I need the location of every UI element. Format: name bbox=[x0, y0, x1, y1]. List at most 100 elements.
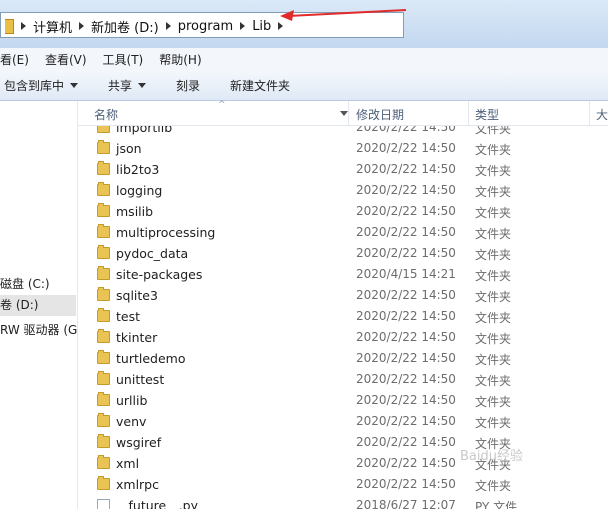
navigation-pane: 磁盘 (C:) 卷 (D:) RW 驱动器 (G bbox=[0, 101, 78, 509]
file-name: unittest bbox=[116, 372, 165, 387]
file-name: sqlite3 bbox=[116, 288, 158, 303]
file-type: 文件夹 bbox=[475, 416, 512, 430]
file-type: 文件夹 bbox=[475, 185, 512, 199]
folder-icon bbox=[97, 140, 110, 154]
menu-bar: 看(E) 查看(V) 工具(T) 帮助(H) bbox=[0, 48, 608, 71]
watermark: Baidu经验 bbox=[460, 449, 523, 464]
file-type: 文件夹 bbox=[475, 227, 512, 241]
file-date: 2020/2/22 14:50 bbox=[356, 330, 456, 344]
table-row[interactable]: site-packages 2020/4/15 14:21 文件夹 bbox=[78, 264, 608, 285]
table-row[interactable]: unittest 2020/2/22 14:50 文件夹 bbox=[78, 369, 608, 390]
table-row[interactable]: lib2to3 2020/2/22 14:50 文件夹 bbox=[78, 159, 608, 180]
column-date[interactable]: 修改日期 bbox=[356, 106, 404, 123]
new-folder-label: 新建文件夹 bbox=[230, 78, 291, 93]
column-name[interactable]: 名称 bbox=[94, 106, 118, 123]
file-name: site-packages bbox=[116, 267, 203, 282]
column-filter-chevron-icon[interactable] bbox=[340, 111, 348, 116]
burn-button[interactable]: 刻录 bbox=[176, 77, 200, 94]
folder-icon bbox=[97, 455, 110, 469]
file-name: urllib bbox=[116, 393, 148, 408]
column-divider[interactable] bbox=[468, 101, 469, 125]
table-row[interactable]: pydoc_data 2020/2/22 14:50 文件夹 bbox=[78, 243, 608, 264]
red-annotation-arrow-icon bbox=[280, 9, 407, 21]
menu-help[interactable]: 帮助(H) bbox=[159, 51, 201, 68]
file-date: 2020/2/22 14:50 bbox=[356, 225, 456, 239]
table-row[interactable]: multiprocessing 2020/2/22 14:50 文件夹 bbox=[78, 222, 608, 243]
folder-icon bbox=[97, 182, 110, 196]
chevron-right-icon[interactable] bbox=[21, 22, 26, 30]
chevron-right-icon[interactable] bbox=[240, 22, 246, 30]
file-type: 文件夹 bbox=[475, 290, 512, 304]
folder-icon bbox=[97, 308, 110, 322]
nav-item-drive-c[interactable]: 磁盘 (C:) bbox=[0, 275, 50, 292]
table-row[interactable]: urllib 2020/2/22 14:50 文件夹 bbox=[78, 390, 608, 411]
breadcrumb-computer[interactable]: 计算机 bbox=[33, 17, 72, 36]
column-size[interactable]: 大 bbox=[596, 106, 608, 123]
folder-icon bbox=[97, 434, 110, 448]
table-row[interactable]: logging 2020/2/22 14:50 文件夹 bbox=[78, 180, 608, 201]
file-icon bbox=[97, 499, 110, 509]
folder-icon bbox=[97, 329, 110, 343]
nav-item-drive-g[interactable]: RW 驱动器 (G bbox=[0, 321, 77, 338]
share-label: 共享 bbox=[108, 78, 133, 93]
file-name: logging bbox=[116, 183, 163, 198]
table-row[interactable]: wsgiref 2020/2/22 14:50 文件夹 bbox=[78, 432, 608, 453]
menu-view[interactable]: 查看(V) bbox=[45, 51, 87, 68]
file-date: 2020/2/22 14:50 bbox=[356, 435, 456, 449]
table-row[interactable]: xmlrpc 2020/2/22 14:50 文件夹 bbox=[78, 474, 608, 495]
file-name: pydoc_data bbox=[116, 246, 189, 261]
file-type: 文件夹 bbox=[475, 164, 512, 178]
table-row[interactable]: __future__.py 2018/6/27 12:07 PY 文件 bbox=[78, 495, 608, 509]
command-bar: 包含到库中 共享 刻录 新建文件夹 bbox=[0, 70, 608, 101]
table-row[interactable]: tkinter 2020/2/22 14:50 文件夹 bbox=[78, 327, 608, 348]
include-in-library-label: 包含到库中 bbox=[4, 78, 65, 93]
table-row[interactable]: json 2020/2/22 14:50 文件夹 bbox=[78, 138, 608, 159]
chevron-right-icon[interactable] bbox=[79, 22, 85, 30]
file-name: turtledemo bbox=[116, 351, 186, 366]
file-name: __future__.py bbox=[116, 498, 199, 509]
breadcrumb-lib[interactable]: Lib bbox=[252, 19, 271, 34]
file-name: msilib bbox=[116, 204, 154, 219]
menu-tools[interactable]: 工具(T) bbox=[103, 51, 144, 68]
file-type: PY 文件 bbox=[475, 500, 518, 509]
file-name: tkinter bbox=[116, 330, 158, 345]
new-folder-button[interactable]: 新建文件夹 bbox=[230, 77, 290, 94]
file-name: test bbox=[116, 309, 141, 324]
table-row[interactable]: xml 2020/2/22 14:50 文件夹 bbox=[78, 453, 608, 474]
chevron-right-icon[interactable] bbox=[165, 22, 171, 30]
table-row[interactable]: venv 2020/2/22 14:50 文件夹 bbox=[78, 411, 608, 432]
folder-icon bbox=[97, 413, 110, 427]
table-row[interactable]: msilib 2020/2/22 14:50 文件夹 bbox=[78, 201, 608, 222]
file-name: venv bbox=[116, 414, 147, 429]
file-name: xmlrpc bbox=[116, 477, 159, 492]
column-type[interactable]: 类型 bbox=[475, 106, 499, 123]
file-date: 2020/2/22 14:50 bbox=[356, 414, 456, 428]
nav-item-drive-d[interactable]: 卷 (D:) bbox=[0, 295, 76, 316]
column-divider[interactable] bbox=[589, 101, 590, 125]
breadcrumb-program[interactable]: program bbox=[178, 19, 234, 34]
file-date: 2020/2/22 14:50 bbox=[356, 246, 456, 260]
folder-icon bbox=[97, 224, 110, 238]
sort-ascending-icon: ^ bbox=[218, 100, 226, 110]
nav-item-drive-d-label: 卷 (D:) bbox=[0, 298, 39, 312]
breadcrumb-drive-d[interactable]: 新加卷 (D:) bbox=[91, 17, 159, 36]
address-bar-area: 计算机 新加卷 (D:) program Lib bbox=[0, 0, 608, 49]
folder-icon bbox=[97, 287, 110, 301]
table-row[interactable]: test 2020/2/22 14:50 文件夹 bbox=[78, 306, 608, 327]
file-list: importlib 2020/2/22 14:50 文件夹 json 2020/2/22… bbox=[78, 116, 608, 509]
folder-icon bbox=[97, 392, 110, 406]
table-row[interactable]: sqlite3 2020/2/22 14:50 文件夹 bbox=[78, 285, 608, 306]
file-date: 2020/2/22 14:50 bbox=[356, 141, 456, 155]
file-date: 2020/2/22 14:50 bbox=[356, 183, 456, 197]
column-divider[interactable] bbox=[348, 101, 349, 125]
share-button[interactable]: 共享 bbox=[108, 77, 147, 94]
file-date: 2020/2/22 14:50 bbox=[356, 162, 456, 176]
include-in-library-button[interactable]: 包含到库中 bbox=[4, 77, 79, 94]
menu-edit[interactable]: 看(E) bbox=[0, 51, 29, 68]
file-date: 2020/2/22 14:50 bbox=[356, 393, 456, 407]
file-type: 文件夹 bbox=[475, 248, 512, 262]
file-date: 2020/2/22 14:50 bbox=[356, 288, 456, 302]
file-type: 文件夹 bbox=[475, 143, 512, 157]
table-row[interactable]: turtledemo 2020/2/22 14:50 文件夹 bbox=[78, 348, 608, 369]
folder-icon bbox=[97, 350, 110, 364]
